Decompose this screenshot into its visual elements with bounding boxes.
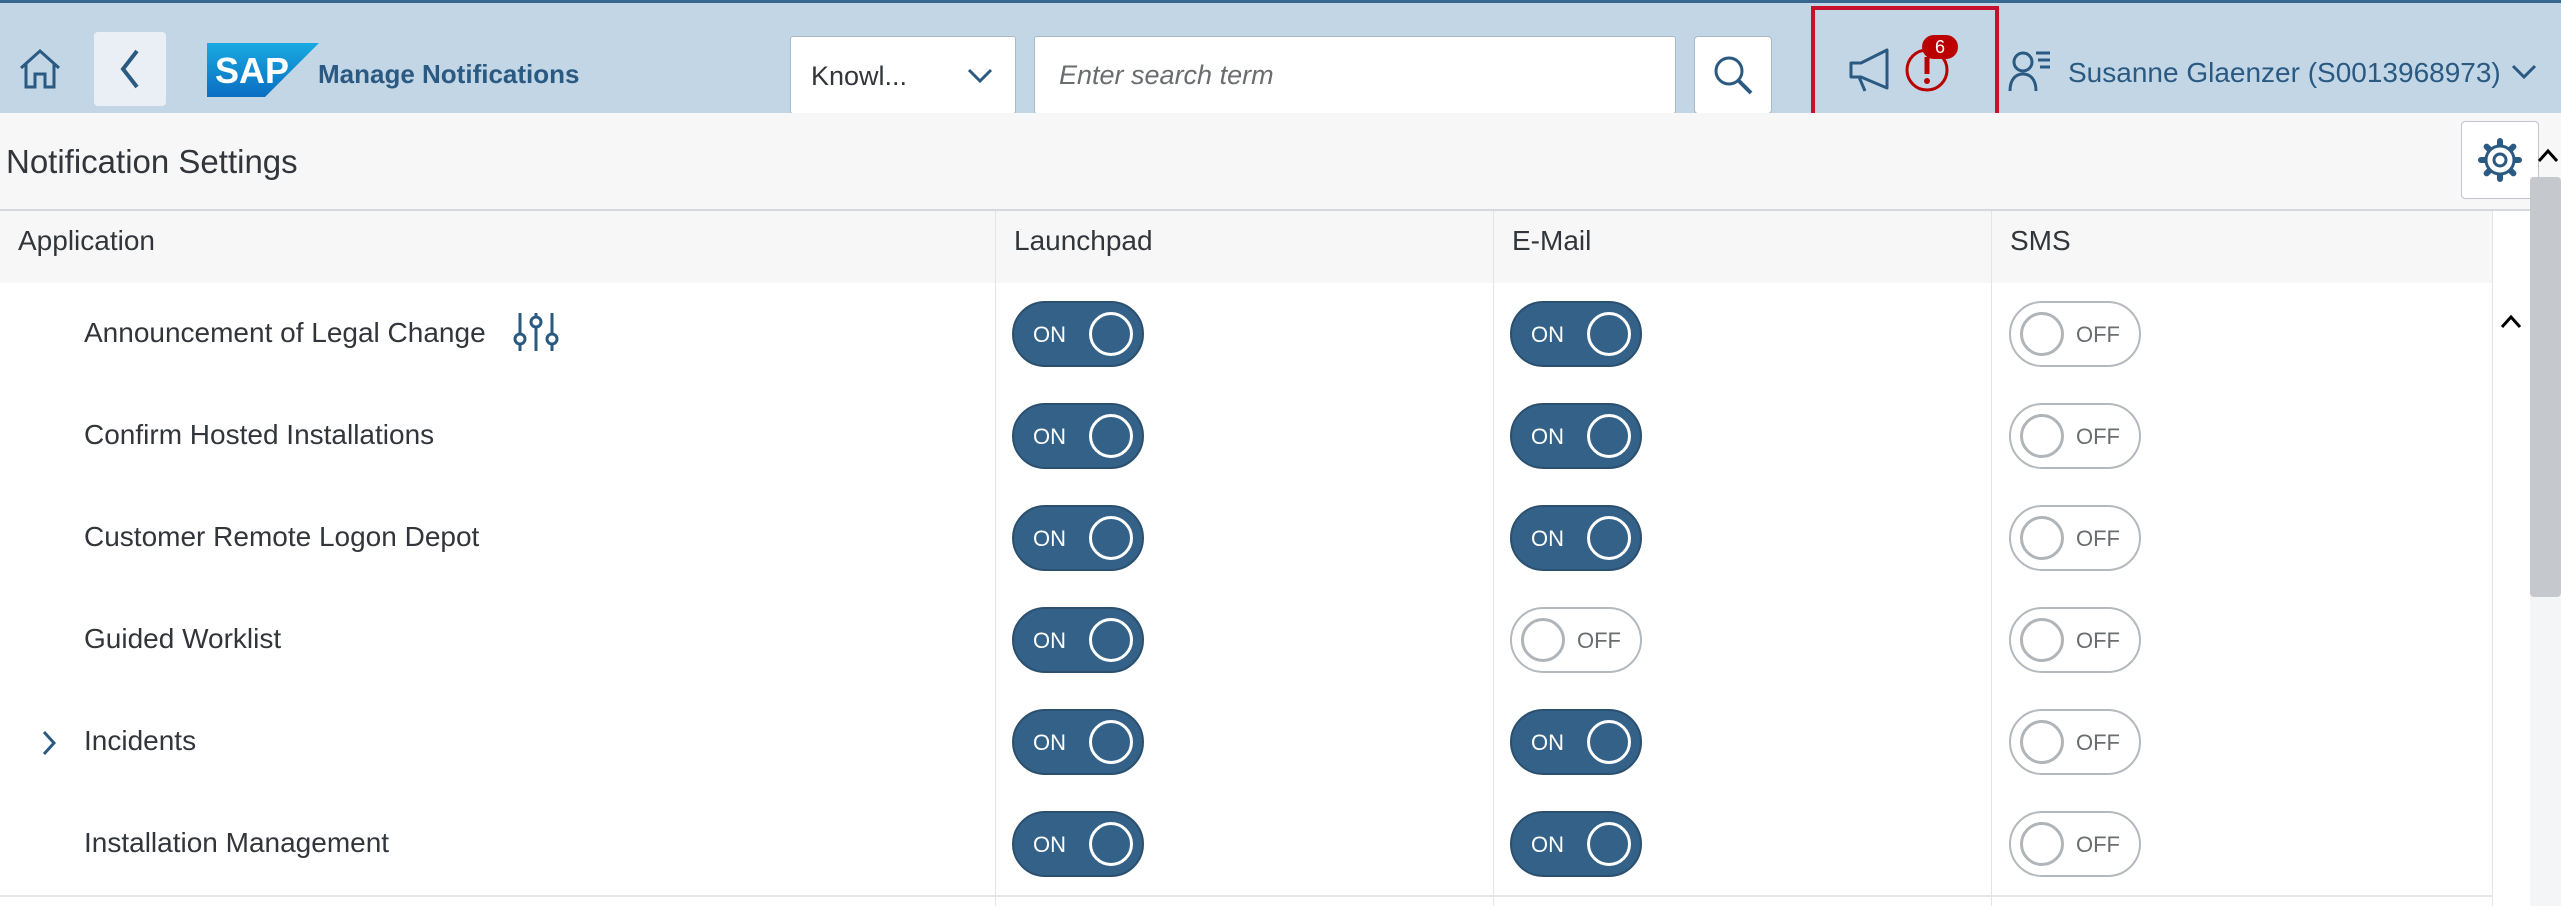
column-divider xyxy=(1493,211,1494,906)
back-button[interactable] xyxy=(94,32,166,106)
sms-toggle[interactable]: OFF xyxy=(2009,301,2141,367)
email-toggle[interactable]: ON xyxy=(1510,811,1642,877)
page-header: Notification Settings xyxy=(0,113,2561,211)
email-toggle[interactable]: OFF xyxy=(1510,607,1642,673)
application-name: Announcement of Legal Change xyxy=(84,317,486,348)
column-header-launchpad[interactable]: Launchpad xyxy=(996,211,1494,283)
megaphone-icon[interactable] xyxy=(1847,45,1899,95)
application-name: Customer Remote Logon Depot xyxy=(84,521,480,552)
launchpad-toggle[interactable]: ON xyxy=(1012,403,1144,469)
search-scope-value: Knowl... xyxy=(811,61,908,91)
table-row: Installation Management ON ON OFF xyxy=(0,793,2493,897)
notification-count-badge: 6 xyxy=(1922,35,1958,59)
page-title: Notification Settings xyxy=(6,143,298,180)
chevron-down-icon[interactable] xyxy=(2511,61,2537,81)
sms-toggle[interactable]: OFF xyxy=(2009,811,2141,877)
application-name: Incidents xyxy=(84,725,197,756)
application-name: Guided Worklist xyxy=(84,623,282,654)
launchpad-toggle[interactable]: ON xyxy=(1012,301,1144,367)
gear-icon xyxy=(2478,138,2522,182)
search-scope-select[interactable]: Knowl... xyxy=(790,36,1016,114)
table-header: Application Launchpad E-Mail SMS xyxy=(0,211,2493,285)
sms-toggle[interactable]: OFF xyxy=(2009,709,2141,775)
column-divider xyxy=(995,211,996,906)
scroll-up-icon[interactable] xyxy=(2537,148,2559,164)
svg-text:SAP: SAP xyxy=(215,50,289,91)
column-header-sms[interactable]: SMS xyxy=(1992,211,2490,283)
search-input[interactable] xyxy=(1034,36,1676,114)
settings-sliders-icon[interactable] xyxy=(512,309,560,355)
email-toggle[interactable]: ON xyxy=(1510,403,1642,469)
sms-toggle[interactable]: OFF xyxy=(2009,403,2141,469)
user-name[interactable]: Susanne Glaenzer (S0013968973) xyxy=(2068,57,2501,89)
email-toggle[interactable]: ON xyxy=(1510,505,1642,571)
chevron-right-icon[interactable] xyxy=(40,729,58,757)
launchpad-toggle[interactable]: ON xyxy=(1012,607,1144,673)
search-icon xyxy=(1714,56,1753,95)
email-toggle[interactable]: ON xyxy=(1510,301,1642,367)
app-title[interactable]: Manage Notifications xyxy=(318,59,579,90)
sms-toggle[interactable]: OFF xyxy=(2009,607,2141,673)
home-button[interactable] xyxy=(6,31,74,106)
shell-bar: SAP Manage Notifications Knowl... 6 Susa… xyxy=(0,0,2561,114)
column-header-application[interactable]: Application xyxy=(0,211,996,283)
table-row: Incidents ON ON OFF xyxy=(0,691,2493,795)
user-icon[interactable] xyxy=(2008,45,2052,95)
launchpad-toggle[interactable]: ON xyxy=(1012,505,1144,571)
column-header-email[interactable]: E-Mail xyxy=(1494,211,1992,283)
chevron-up-icon[interactable] xyxy=(2499,313,2523,331)
email-toggle[interactable]: ON xyxy=(1510,709,1642,775)
settings-button[interactable] xyxy=(2461,121,2539,199)
chevron-left-icon xyxy=(120,49,139,89)
launchpad-toggle[interactable]: ON xyxy=(1012,811,1144,877)
table-row: Announcement of Legal Change ON ON OFF xyxy=(0,283,2493,387)
sap-logo[interactable]: SAP xyxy=(207,43,319,97)
home-icon xyxy=(19,48,61,88)
application-name: Installation Management xyxy=(84,827,390,858)
table-row: Customer Remote Logon Depot ON ON OFF xyxy=(0,487,2493,591)
column-divider xyxy=(2492,211,2493,906)
search-button[interactable] xyxy=(1694,36,1772,114)
table-row: Confirm Hosted Installations ON ON OFF xyxy=(0,385,2493,489)
launchpad-toggle[interactable]: ON xyxy=(1012,709,1144,775)
table-row: Guided Worklist ON OFF OFF xyxy=(0,589,2493,693)
scrollbar-thumb[interactable] xyxy=(2530,177,2561,597)
chevron-down-icon xyxy=(967,68,993,84)
application-name: Confirm Hosted Installations xyxy=(84,419,435,450)
column-divider xyxy=(1991,211,1992,906)
sms-toggle[interactable]: OFF xyxy=(2009,505,2141,571)
